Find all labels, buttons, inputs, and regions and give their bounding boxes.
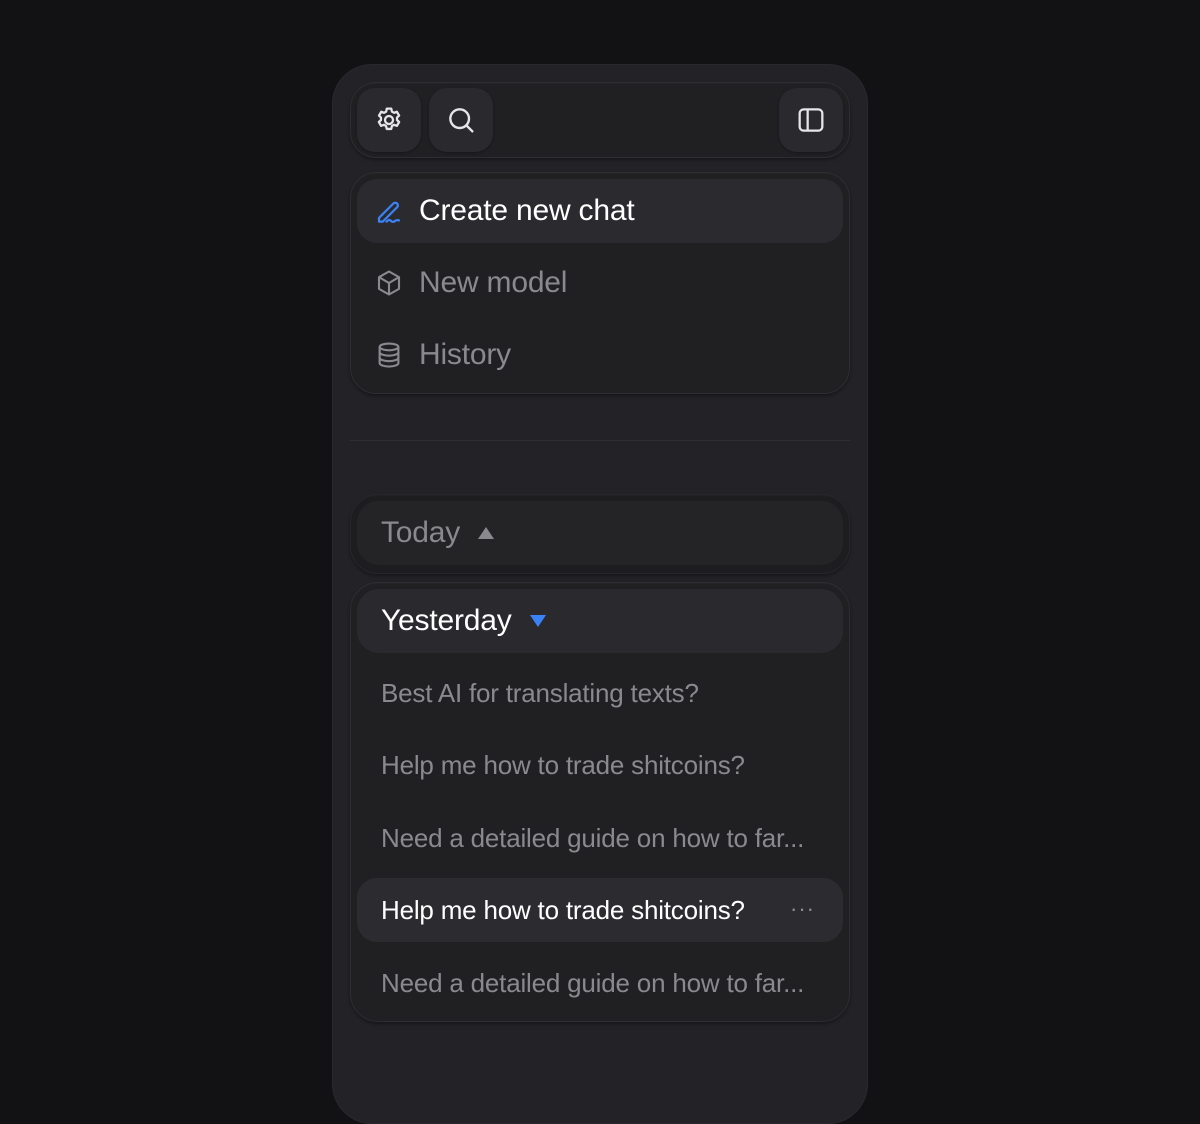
menu-item-new-model[interactable]: New model (357, 251, 843, 315)
chat-title: Best AI for translating texts? (381, 677, 699, 708)
more-options-icon[interactable]: ··· (790, 896, 815, 922)
section-today-label: Today (381, 516, 461, 549)
pen-signature-icon (373, 195, 405, 227)
section-today: Today (350, 494, 850, 574)
chat-title: Help me how to trade shitcoins? (381, 894, 745, 925)
chat-history-item[interactable]: Need a detailed guide on how to far... (357, 951, 843, 1015)
database-icon (373, 339, 405, 371)
section-yesterday: Yesterday Best AI for translating texts?… (350, 582, 850, 1022)
chat-title: Help me how to trade shitcoins? (381, 749, 745, 780)
chat-title: Need a detailed guide on how to far... (381, 967, 805, 998)
divider (350, 440, 850, 441)
chat-history-item-hovered[interactable]: Help me how to trade shitcoins? ··· (357, 878, 843, 942)
search-button[interactable] (429, 88, 493, 152)
chat-history-item[interactable]: Help me how to trade shitcoins? (357, 733, 843, 797)
search-icon (449, 108, 474, 133)
chat-title: Need a detailed guide on how to far... (381, 822, 805, 853)
sidebar-panel-icon (798, 108, 824, 132)
menu-item-create-new-chat[interactable]: Create new chat (357, 179, 843, 243)
menu-item-history[interactable]: History (357, 323, 843, 387)
chat-history-item[interactable]: Need a detailed guide on how to far... (357, 806, 843, 870)
section-today-header[interactable]: Today (357, 501, 843, 565)
chat-history-item[interactable]: Best AI for translating texts? (357, 661, 843, 725)
section-yesterday-header[interactable]: Yesterday (357, 589, 843, 653)
sidebar-toolbar (350, 82, 850, 158)
cube-icon (373, 267, 405, 299)
caret-down-icon (529, 615, 546, 627)
menu-item-label: History (419, 338, 511, 371)
menu-item-label: New model (419, 266, 568, 299)
sidebar-panel: Create new chat New model History Today … (332, 64, 868, 1124)
section-yesterday-label: Yesterday (381, 604, 512, 637)
toggle-sidebar-button[interactable] (779, 88, 843, 152)
caret-up-icon (478, 527, 495, 539)
settings-button[interactable] (357, 88, 421, 152)
gear-icon (377, 107, 401, 131)
menu-item-label: Create new chat (419, 194, 635, 227)
main-menu: Create new chat New model History (350, 172, 850, 394)
